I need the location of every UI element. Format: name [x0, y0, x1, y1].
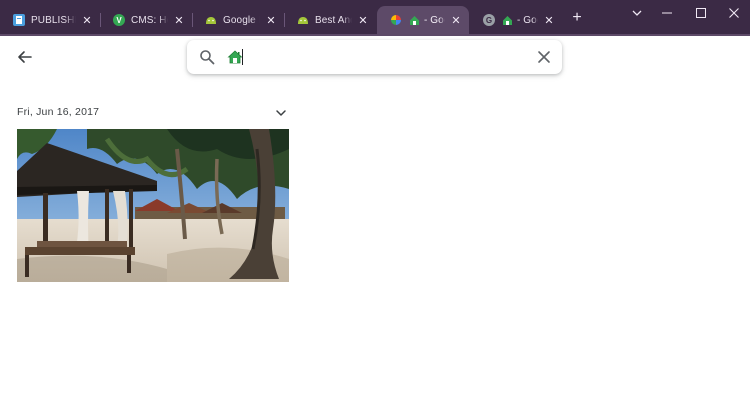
tab-title: - Google: [517, 14, 538, 26]
tab-cms[interactable]: V CMS: How to ✕: [100, 6, 193, 34]
date-group-label: Fri, Jun 16, 2017: [17, 106, 100, 118]
back-arrow-button[interactable]: [14, 46, 36, 68]
tab-title: CMS: How to: [131, 14, 168, 26]
tab-publishr[interactable]: PUBLISHR: Edit ✕: [0, 6, 101, 34]
close-tab-icon[interactable]: ✕: [172, 13, 186, 27]
cms-v-icon: V: [113, 14, 125, 26]
close-tab-icon[interactable]: ✕: [264, 13, 278, 27]
close-tab-icon[interactable]: ✕: [449, 13, 463, 27]
tab-title: - Google: [424, 14, 445, 26]
close-tab-icon[interactable]: ✕: [356, 13, 370, 27]
tab-title: Best Android: [315, 14, 352, 26]
window-close-icon[interactable]: [723, 4, 745, 22]
chevron-down-icon[interactable]: [274, 106, 288, 120]
tab-best-android[interactable]: Best Android ✕: [284, 6, 376, 34]
close-tab-icon[interactable]: ✕: [542, 13, 556, 27]
tab-search-chevron-icon[interactable]: [626, 4, 648, 22]
new-tab-button[interactable]: +: [569, 10, 585, 26]
text-cursor: [242, 49, 243, 65]
browser-tab-strip: PUBLISHR: Edit ✕ V CMS: How to ✕ Google …: [0, 0, 750, 34]
publishr-icon: [13, 14, 25, 26]
tab-google-active[interactable]: - Google ✕: [377, 6, 469, 34]
maximize-icon[interactable]: [690, 4, 712, 22]
tab-title: Google Photos: [223, 14, 260, 26]
photo-thumbnail[interactable]: [17, 129, 289, 282]
android-icon: [297, 14, 309, 26]
house-emoji-icon: [408, 14, 420, 26]
house-emoji-icon: [501, 14, 513, 26]
android-photos-icon: [205, 14, 217, 26]
search-icon[interactable]: [199, 49, 215, 65]
tab-google-photos[interactable]: Google Photos ✕: [192, 6, 285, 34]
clear-search-icon[interactable]: [536, 49, 552, 65]
close-tab-icon[interactable]: ✕: [80, 13, 94, 27]
minimize-icon[interactable]: [656, 4, 678, 22]
google-g-icon: G: [483, 14, 495, 26]
tab-strip-edge: [0, 34, 750, 36]
tab-google[interactable]: G - Google ✕: [470, 6, 562, 34]
photo-search-bar[interactable]: [187, 40, 562, 74]
tab-title: PUBLISHR: Edit: [31, 14, 76, 26]
pinwheel-icon: [390, 14, 402, 26]
